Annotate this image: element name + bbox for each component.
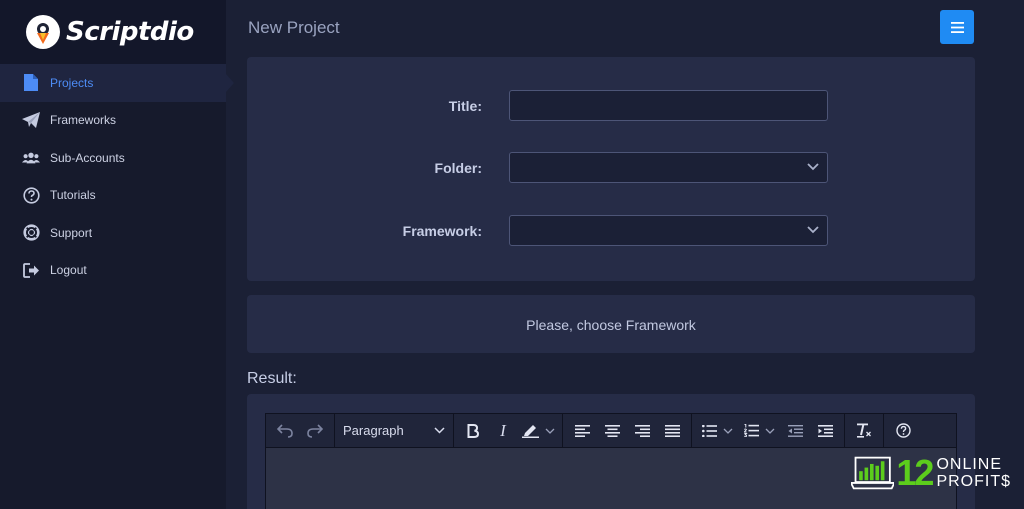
block-format-select[interactable]: Paragraph (335, 414, 453, 448)
clear-formatting-icon (857, 423, 871, 438)
highlighter-icon (521, 425, 539, 438)
align-group (563, 414, 692, 447)
editor-toolbar: Paragraph I (266, 414, 956, 448)
align-left-icon (574, 424, 590, 437)
redo-icon (307, 423, 323, 438)
laptop-chart-icon (851, 456, 895, 490)
title-label: Title: (448, 98, 482, 114)
italic-icon: I (500, 420, 506, 440)
users-icon (22, 149, 40, 167)
watermark-logo: 12 ONLINE PROFIT$ (851, 452, 1011, 494)
align-justify-icon (664, 424, 680, 437)
bold-button[interactable] (458, 414, 488, 448)
hamburger-icon (950, 21, 964, 33)
logo[interactable]: Scriptdio (0, 0, 226, 64)
bullet-list-button[interactable] (696, 414, 738, 448)
chevron-down-icon (723, 428, 732, 434)
indent-icon (817, 424, 833, 437)
chevron-down-icon (434, 427, 445, 434)
format-group: Paragraph (335, 414, 454, 447)
bullet-list-icon (701, 424, 717, 437)
sidebar: Scriptdio Projects Frameworks Sub-Accoun… (0, 0, 234, 509)
framework-label: Framework: (402, 223, 482, 239)
block-format-value: Paragraph (343, 423, 404, 438)
align-center-icon (604, 424, 620, 437)
page-title: New Project (248, 18, 340, 37)
sidebar-item-projects[interactable]: Projects (0, 64, 234, 102)
sidebar-item-label: Logout (50, 263, 87, 278)
chevron-down-icon (765, 428, 774, 434)
sidebar-item-logout[interactable]: Logout (0, 252, 226, 290)
title-input[interactable] (509, 90, 828, 121)
highlight-color-button[interactable] (518, 414, 558, 448)
italic-button[interactable]: I (488, 414, 518, 448)
align-justify-button[interactable] (657, 414, 687, 448)
logo-mark-icon (26, 15, 60, 49)
watermark-number: 12 (896, 452, 934, 493)
help-icon (895, 423, 911, 438)
chevron-down-icon (807, 226, 819, 234)
logout-icon (22, 261, 40, 279)
sidebar-nav: Projects Frameworks Sub-Accounts Tutoria… (0, 64, 234, 290)
result-label: Result: (247, 370, 297, 387)
menu-button[interactable] (940, 10, 974, 44)
sidebar-item-tutorials[interactable]: Tutorials (0, 177, 226, 215)
sidebar-item-label: Sub-Accounts (50, 150, 125, 165)
bold-icon (467, 423, 479, 438)
sidebar-item-label: Tutorials (50, 188, 96, 203)
redo-button[interactable] (300, 414, 330, 448)
help-group (884, 414, 922, 447)
title-row: Title: (247, 90, 975, 121)
indent-button[interactable] (810, 414, 840, 448)
help-button[interactable] (888, 414, 918, 448)
question-circle-icon (22, 186, 40, 204)
clear-formatting-button[interactable] (849, 414, 879, 448)
framework-notice-text: Please, choose Framework (526, 317, 696, 333)
folder-row: Folder: (247, 152, 975, 183)
project-form: Title: Folder: Framework: (247, 57, 975, 281)
history-group (266, 414, 335, 447)
numbered-list-icon (743, 424, 759, 437)
outdent-icon (787, 424, 803, 437)
framework-select[interactable] (509, 215, 828, 246)
style-group: I (454, 414, 563, 447)
sidebar-item-sub-accounts[interactable]: Sub-Accounts (0, 139, 226, 177)
file-icon (22, 74, 40, 92)
align-right-icon (634, 424, 650, 437)
list-group (692, 414, 845, 447)
sidebar-item-label: Support (50, 225, 93, 240)
watermark-line2: PROFIT$ (936, 473, 1011, 490)
framework-row: Framework: (247, 215, 975, 246)
life-ring-icon (22, 224, 40, 242)
framework-notice: Please, choose Framework (247, 295, 975, 353)
align-right-button[interactable] (627, 414, 657, 448)
watermark-text: ONLINE PROFIT$ (936, 456, 1011, 490)
folder-label: Folder: (434, 160, 482, 176)
folder-select[interactable] (509, 152, 828, 183)
align-center-button[interactable] (597, 414, 627, 448)
logo-text: Scriptdio (66, 17, 194, 47)
numbered-list-button[interactable] (738, 414, 780, 448)
undo-button[interactable] (270, 414, 300, 448)
outdent-button[interactable] (780, 414, 810, 448)
sidebar-item-frameworks[interactable]: Frameworks (0, 102, 226, 140)
sidebar-item-label: Projects (50, 75, 94, 90)
align-left-button[interactable] (567, 414, 597, 448)
clear-group (845, 414, 884, 447)
sidebar-item-label: Frameworks (50, 113, 117, 128)
sidebar-item-support[interactable]: Support (0, 214, 226, 252)
chevron-down-icon (807, 163, 819, 171)
chevron-down-icon (545, 428, 554, 434)
undo-icon (277, 423, 293, 438)
paper-plane-icon (22, 111, 40, 129)
watermark-line1: ONLINE (936, 456, 1003, 473)
